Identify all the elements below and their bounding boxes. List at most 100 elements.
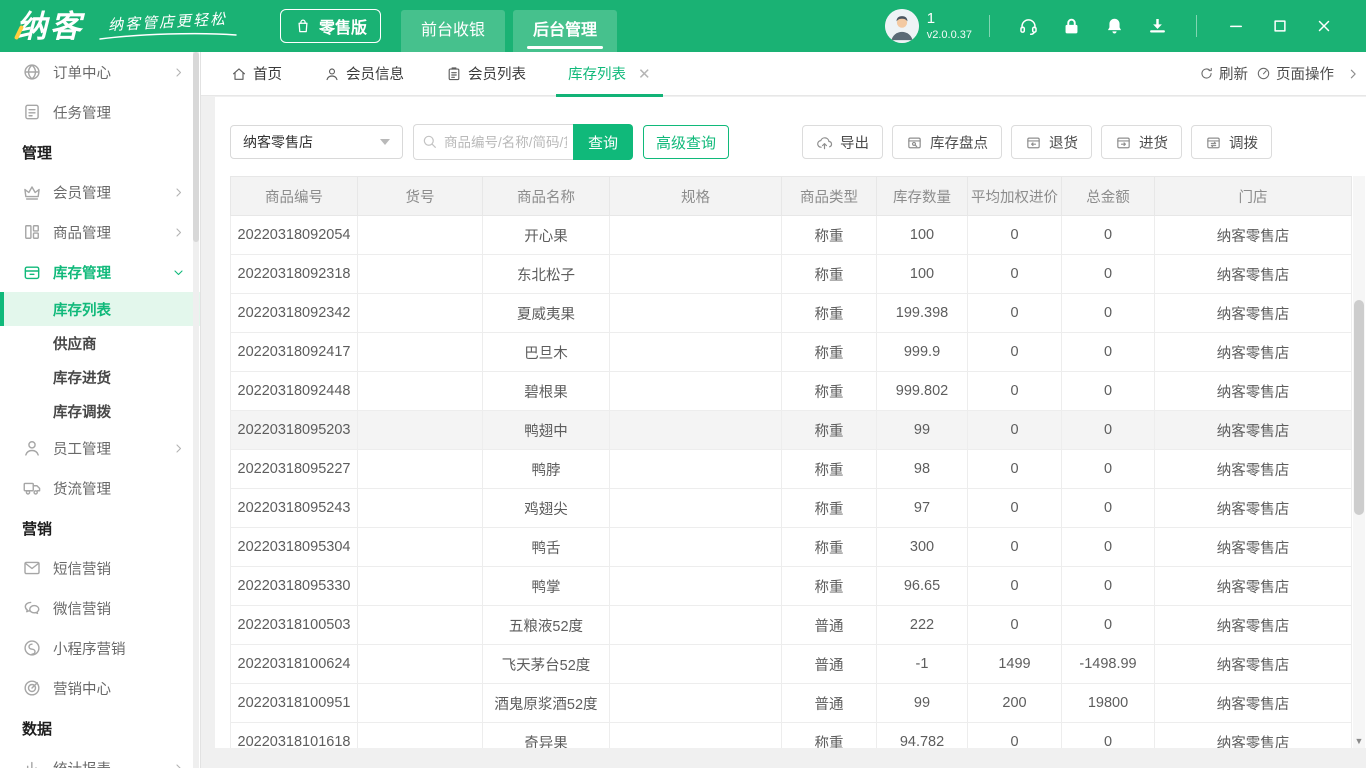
inventory-table: 商品编号 货号 商品名称 规格 商品类型 库存数量 平均加权进价 总金额 门店 20220318… bbox=[230, 176, 1352, 748]
table-cell bbox=[357, 683, 483, 723]
download-icon[interactable] bbox=[1147, 16, 1168, 37]
sidebar-subitem[interactable]: 库存列表 bbox=[0, 292, 200, 326]
export-icon bbox=[816, 134, 833, 151]
table-cell: 20220318100624 bbox=[230, 644, 358, 684]
table-row[interactable]: 20220318095203 鸭翅中 称重 99 0 0 纳客零售店 bbox=[230, 410, 1352, 450]
sidebar-item[interactable]: 商品管理 bbox=[0, 212, 200, 252]
sidebar-subitem[interactable]: 库存调拨 bbox=[0, 394, 200, 428]
close-tab-icon[interactable]: ✕ bbox=[638, 65, 651, 83]
maximize-button[interactable] bbox=[1271, 17, 1289, 35]
advanced-query-button[interactable]: 高级查询 bbox=[643, 125, 730, 159]
table-cell bbox=[357, 449, 483, 489]
table-header-row: 商品编号 货号 商品名称 规格 商品类型 库存数量 平均加权进价 总金额 门店 bbox=[230, 176, 1352, 216]
tab-item[interactable]: 首页 bbox=[219, 52, 294, 96]
table-row[interactable]: 20220318092342 夏威夷果 称重 199.398 0 0 纳客零售店 bbox=[230, 293, 1352, 333]
toolbar-button-label: 导出 bbox=[840, 135, 870, 152]
table-cell: 纳客零售店 bbox=[1154, 683, 1352, 723]
store-select[interactable]: 纳客零售店 bbox=[230, 125, 403, 159]
sidebar-section-label: 营销 bbox=[22, 520, 53, 538]
query-button[interactable]: 查询 bbox=[573, 124, 633, 160]
table-cell: 0 bbox=[1061, 215, 1155, 255]
sidebar-item-label: 营销中心 bbox=[53, 681, 111, 698]
table-cell bbox=[357, 566, 483, 606]
table-row[interactable]: 20220318095330 鸭掌 称重 96.65 0 0 纳客零售店 bbox=[230, 566, 1352, 606]
lock-icon[interactable] bbox=[1061, 16, 1082, 37]
table-row[interactable]: 20220318092417 巴旦木 称重 999.9 0 0 纳客零售店 bbox=[230, 332, 1352, 372]
table-cell: 普通 bbox=[781, 605, 877, 645]
support-icon[interactable] bbox=[1018, 16, 1039, 37]
edition-badge[interactable]: 零售版 bbox=[280, 9, 382, 43]
sidebar-item[interactable]: 短信营销 bbox=[0, 548, 200, 588]
table-row[interactable]: 20220318095304 鸭舌 称重 300 0 0 纳客零售店 bbox=[230, 527, 1352, 567]
table-row[interactable]: 20220318095227 鸭脖 称重 98 0 0 纳客零售店 bbox=[230, 449, 1352, 489]
table-row[interactable]: 20220318092054 开心果 称重 100 0 0 纳客零售店 bbox=[230, 215, 1352, 255]
export-button[interactable]: 导出 bbox=[802, 125, 884, 159]
sidebar-item[interactable]: 小程序营销 bbox=[0, 628, 200, 668]
table-cell bbox=[609, 722, 782, 748]
tab-item[interactable]: 会员列表 bbox=[434, 52, 538, 96]
table-cell: 300 bbox=[876, 527, 968, 567]
table-cell bbox=[357, 293, 483, 333]
sidebar-item[interactable]: 微信营销 bbox=[0, 588, 200, 628]
table-cell: 鸭翅中 bbox=[482, 410, 610, 450]
table-row[interactable]: 20220318100503 五粮液52度 普通 222 0 0 纳客零售店 bbox=[230, 605, 1352, 645]
table-cell: 纳客零售店 bbox=[1154, 566, 1352, 606]
transfer-button[interactable]: 调拨 bbox=[1191, 125, 1273, 159]
table-cell bbox=[357, 215, 483, 255]
task-icon bbox=[22, 102, 42, 122]
table-cell: 99 bbox=[876, 683, 968, 723]
scroll-down-arrow[interactable]: ▼ bbox=[1353, 735, 1365, 747]
sidebar-item[interactable]: 统计报表 bbox=[0, 748, 200, 768]
purchase-button[interactable]: 进货 bbox=[1101, 125, 1183, 159]
sidebar-item[interactable]: 营销中心 bbox=[0, 668, 200, 708]
tab-label: 库存列表 bbox=[568, 67, 626, 83]
table-cell: 奇异果 bbox=[482, 722, 610, 748]
close-button[interactable] bbox=[1315, 17, 1333, 35]
table-row[interactable]: 20220318100624 飞天茅台52度 普通 -1 1499 -1498.99 纳客零… bbox=[230, 644, 1352, 684]
page-ops-button[interactable]: 页面操作 bbox=[1256, 63, 1334, 84]
sidebar-subitem[interactable]: 供应商 bbox=[0, 326, 200, 360]
bell-icon[interactable] bbox=[1104, 16, 1125, 37]
sidebar-item-label: 库存管理 bbox=[53, 265, 111, 282]
sidebar-scrollbar[interactable] bbox=[193, 52, 199, 768]
table-row[interactable]: 20220318092448 碧根果 称重 999.802 0 0 纳客零售店 bbox=[230, 371, 1352, 411]
table-cell bbox=[357, 254, 483, 294]
table-cell bbox=[609, 215, 782, 255]
table-cell: 96.65 bbox=[876, 566, 968, 606]
table-row[interactable]: 20220318095243 鸡翅尖 称重 97 0 0 纳客零售店 bbox=[230, 488, 1352, 528]
table-scrollbar-thumb[interactable] bbox=[1354, 300, 1364, 515]
avatar[interactable] bbox=[884, 9, 919, 43]
table-row[interactable]: 20220318100951 酒鬼原浆酒52度 普通 99 200 19800 纳客零售店 bbox=[230, 683, 1352, 723]
return-button[interactable]: 退货 bbox=[1011, 125, 1093, 159]
table-cell: 0 bbox=[967, 410, 1062, 450]
tab-label: 首页 bbox=[253, 67, 282, 83]
header-nav-tab[interactable]: 前台收银 bbox=[401, 10, 506, 52]
sidebar-item[interactable]: 货流管理 bbox=[0, 468, 200, 508]
sidebar-item-label: 会员管理 bbox=[53, 185, 111, 202]
brand-tagline: 纳客管店更轻松 bbox=[98, 11, 238, 41]
edition-label: 零售版 bbox=[319, 20, 368, 37]
table-cell: 0 bbox=[1061, 410, 1155, 450]
refresh-button[interactable]: 刷新 bbox=[1199, 63, 1248, 84]
sidebar-item[interactable]: 会员管理 bbox=[0, 172, 200, 212]
table-cell: 0 bbox=[967, 722, 1062, 748]
sidebar-scrollbar-thumb[interactable] bbox=[193, 52, 199, 242]
table-row[interactable]: 20220318101618 奇异果 称重 94.782 0 0 纳客零售店 bbox=[230, 722, 1352, 748]
sidebar-item[interactable]: 员工管理 bbox=[0, 428, 200, 468]
minimize-button[interactable] bbox=[1227, 17, 1245, 35]
sidebar-item[interactable]: 订单中心 bbox=[0, 52, 200, 92]
sidebar-item[interactable]: 库存管理 bbox=[0, 252, 200, 292]
sidebar-item[interactable]: 任务管理 bbox=[0, 92, 200, 132]
tab-item[interactable]: 会员信息 bbox=[312, 52, 416, 96]
header-nav-tab[interactable]: 后台管理 bbox=[513, 10, 618, 52]
table-cell: 鸭脖 bbox=[482, 449, 610, 489]
sidebar-subitem[interactable]: 库存进货 bbox=[0, 360, 200, 394]
tab-active[interactable]: 库存列表 ✕ bbox=[556, 52, 663, 97]
chevron-right-icon[interactable] bbox=[1346, 67, 1360, 81]
table-row[interactable]: 20220318092318 东北松子 称重 100 0 0 纳客零售店 bbox=[230, 254, 1352, 294]
table-cell: 纳客零售店 bbox=[1154, 371, 1352, 411]
sidebar: 订单中心 任务管理 管理 会员管理 商品管理 库存管理 库存列表 供应商 库存进货 库存调拨 员工管… bbox=[0, 52, 201, 768]
stocktake-button[interactable]: 库存盘点 bbox=[892, 125, 1003, 159]
open-tabs: 首页 会员信息 会员列表 库存列表 ✕ bbox=[201, 52, 663, 97]
table-scrollbar[interactable]: ▼ bbox=[1353, 176, 1365, 748]
